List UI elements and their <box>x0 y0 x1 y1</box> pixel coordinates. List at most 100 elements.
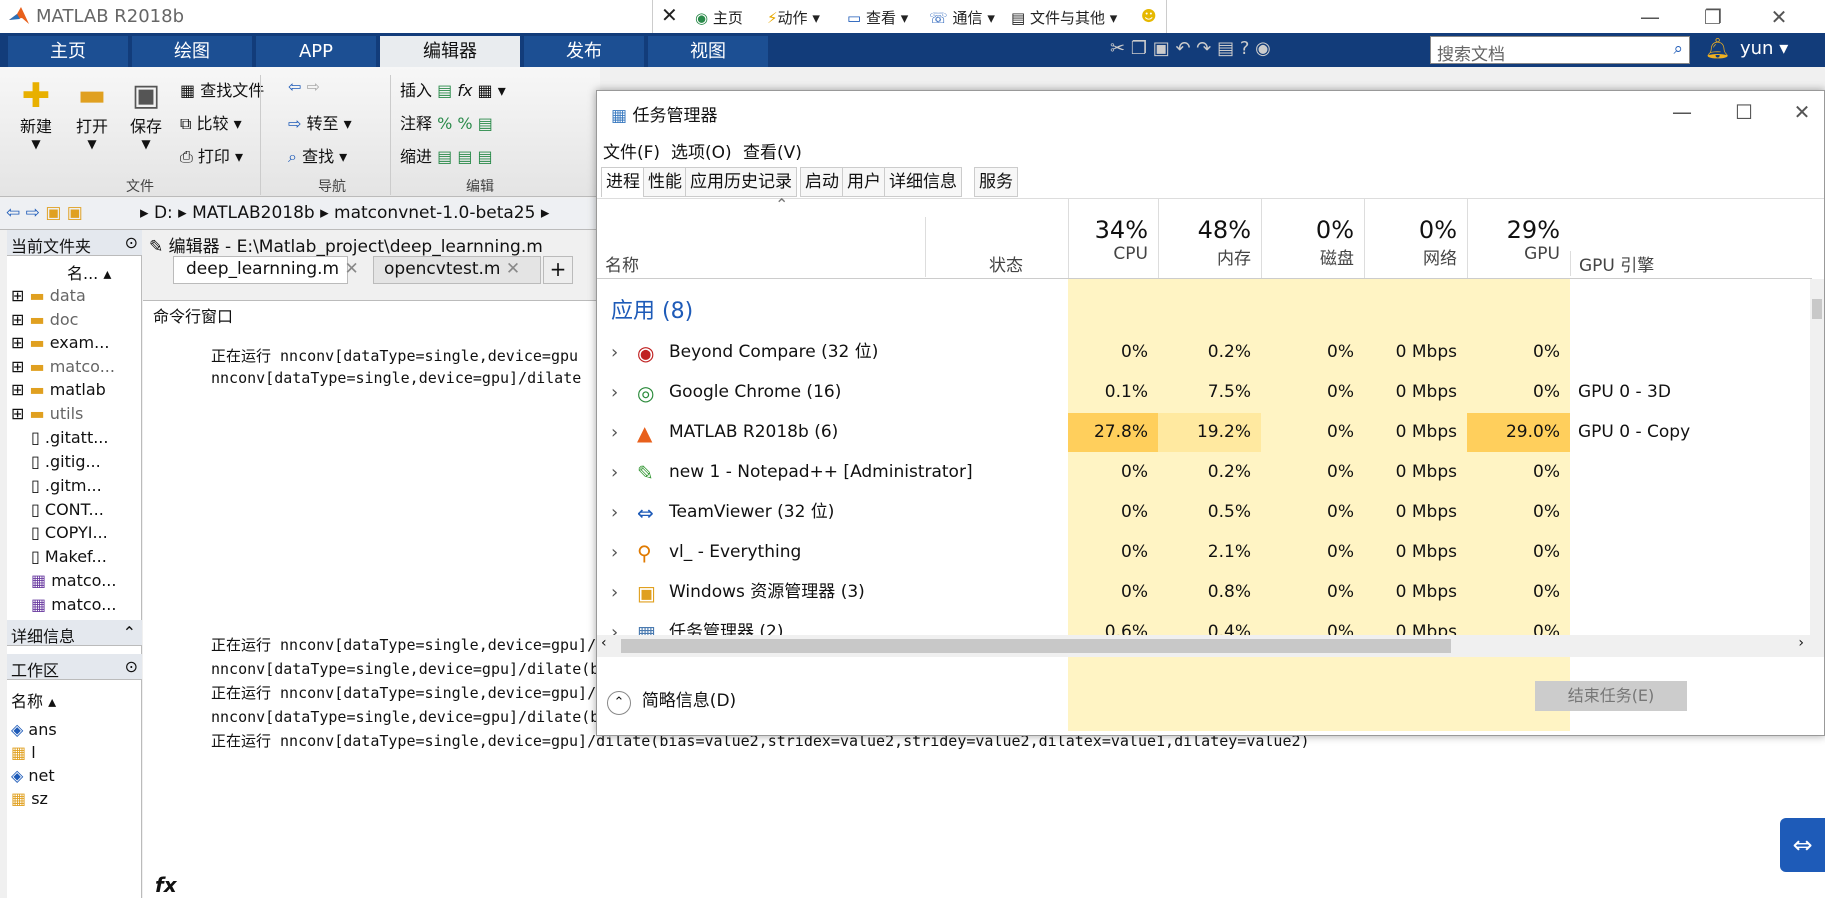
tab-users[interactable]: 用户 <box>842 167 886 197</box>
comment-button[interactable]: 注释 % % ▤ <box>400 110 493 134</box>
menu-options[interactable]: 选项(O) <box>671 138 732 163</box>
list-item[interactable]: ⊞ ▬ doc <box>11 310 78 329</box>
workspace-var[interactable]: ▦ sz <box>11 789 48 808</box>
brief-info-toggle[interactable]: ⌃ 简略信息(D) <box>607 686 736 715</box>
col-cpu[interactable]: 34% CPU <box>1068 198 1158 278</box>
tm-minimize-button[interactable]: — <box>1659 99 1705 125</box>
quick-comm[interactable]: ☏ 通信 ▾ <box>929 7 995 28</box>
close-icon[interactable]: ✕ <box>661 3 678 27</box>
new-tab-button[interactable]: + <box>543 256 573 284</box>
table-row[interactable]: › ⇔ TeamViewer (32 位) 0% 0.5% 0% 0 Mbps 0% <box>597 493 1812 532</box>
nav-arrows[interactable]: ⇦ ⇨ <box>288 77 320 96</box>
new-button[interactable]: ✚ 新建 ▼ <box>20 79 52 151</box>
list-item[interactable]: ⊞ ▬ matlab <box>11 380 106 399</box>
search-icon[interactable]: ⌕ <box>1673 39 1683 59</box>
current-folder-path[interactable]: ⇦ ⇨ ▣ ▣ ▸ D: ▸ MATLAB2018b ▸ matconvnet-… <box>0 198 600 230</box>
quick-view[interactable]: ▭ 查看 ▾ <box>847 7 908 28</box>
tab-performance[interactable]: 性能 <box>643 167 687 197</box>
workspace-var[interactable]: ◈ net <box>11 766 55 785</box>
list-item[interactable]: ⊞ ▬ utils <box>11 404 83 423</box>
collapse-icon[interactable]: ⌃ <box>123 623 136 642</box>
table-row[interactable]: › ⚲ vl_ - Everything 0% 2.1% 0% 0 Mbps 0% <box>597 533 1812 572</box>
undo-icon[interactable]: ↶ <box>1175 38 1190 59</box>
insert-button[interactable]: 插入 ▤ fx ▦ ▾ <box>400 77 506 101</box>
tab-apps[interactable]: APP <box>256 36 376 67</box>
expand-chevron-icon[interactable]: › <box>611 573 618 612</box>
end-task-button[interactable]: 结束任务(E) <box>1535 681 1687 711</box>
vertical-scrollbar[interactable] <box>1810 279 1824 635</box>
editor-tab-opencvtest[interactable]: opencvtest.m ✕ <box>373 256 541 284</box>
table-row[interactable]: › ◎ Google Chrome (16) 0.1% 7.5% 0% 0 Mbps 0% GP… <box>597 373 1812 412</box>
wrap-comment-icon[interactable]: ▤ <box>478 114 493 133</box>
list-item[interactable]: ▦ matco... <box>31 595 116 614</box>
tab-editor[interactable]: 编辑器 <box>380 36 520 67</box>
workspace-var[interactable]: ◈ ans <box>11 720 57 739</box>
breadcrumb-matconvnet[interactable]: matconvnet-1.0-beta25 <box>334 203 535 223</box>
list-item[interactable]: ▯ .gitig... <box>31 452 101 471</box>
tm-close-button[interactable]: ✕ <box>1779 99 1825 125</box>
expand-chevron-icon[interactable]: › <box>611 453 618 492</box>
smiley-icon[interactable]: ☻ <box>1141 7 1157 25</box>
menu-view[interactable]: 查看(V) <box>743 138 802 163</box>
smart-indent-icon[interactable]: ▤ <box>437 147 452 166</box>
search-docs-input[interactable]: 搜索文档 ⌕ <box>1430 36 1690 65</box>
forward-icon[interactable]: ⇨ <box>26 203 40 223</box>
panel-menu-icon[interactable]: ⊙ <box>125 233 138 252</box>
editor-tab-deep-learnning[interactable]: deep_learnning.m ✕ <box>173 256 359 284</box>
expand-chevron-icon[interactable]: › <box>611 373 618 412</box>
list-item[interactable]: ⊞ ▬ data <box>11 286 86 305</box>
indent-button[interactable]: 缩进 ▤ ▤ ▤ <box>400 143 493 167</box>
browse-folder-icon[interactable]: ▣ <box>67 203 83 223</box>
list-item[interactable]: ▯ COPYI... <box>31 523 108 542</box>
scroll-thumb[interactable] <box>621 639 1451 653</box>
workspace-name-column[interactable]: 名称 ▴ <box>11 688 56 712</box>
bell-icon[interactable]: 🔔︎ <box>1705 36 1730 60</box>
col-gpu-engine[interactable]: GPU 引擎 <box>1570 251 1654 276</box>
insert-section-icon[interactable]: ▤ <box>437 81 452 100</box>
expand-chevron-icon[interactable]: › <box>611 493 618 532</box>
tab-app-history[interactable]: 应用历史记录 <box>685 167 797 197</box>
quick-files[interactable]: ▤ 文件与其他 ▾ <box>1011 7 1117 28</box>
maximize-button[interactable]: ❐ <box>1690 4 1736 30</box>
scroll-thumb[interactable] <box>1812 299 1822 319</box>
group-apps[interactable]: 应用 (8) <box>611 293 693 325</box>
tm-maximize-button[interactable]: ☐ <box>1721 99 1767 125</box>
table-row[interactable]: › ▣ Windows 资源管理器 (3) 0% 0.8% 0% 0 Mbps 0% <box>597 573 1812 612</box>
list-item[interactable]: ▦ matco... <box>31 571 116 590</box>
close-button[interactable]: ✕ <box>1756 4 1802 30</box>
tab-details[interactable]: 详细信息 <box>884 167 962 197</box>
expand-chevron-icon[interactable]: › <box>611 333 618 372</box>
save-button[interactable]: ▣ 保存 ▼ <box>130 79 162 152</box>
copy-icon[interactable]: ❐ <box>1131 38 1147 59</box>
col-disk[interactable]: 0% 磁盘 <box>1261 198 1364 278</box>
name-column-header[interactable]: 名... ▴ <box>67 260 111 284</box>
tab-processes[interactable]: 进程 <box>601 167 645 197</box>
list-item[interactable]: ▯ .gitatt... <box>31 428 108 447</box>
help-icon[interactable]: ? <box>1240 38 1250 59</box>
up-folder-icon[interactable]: ▣ <box>45 203 61 223</box>
find-button[interactable]: ⌕ 查找 ▾ <box>288 143 347 167</box>
table-row[interactable]: › ▲ MATLAB R2018b (6) 27.8% 19.2% 0% 0 Mbps 29.… <box>597 413 1812 452</box>
panel-menu-icon[interactable]: ⊙ <box>125 657 138 676</box>
decrease-indent-icon[interactable]: ▤ <box>478 147 493 166</box>
scroll-left-icon[interactable]: ‹ <box>601 635 607 651</box>
cut-icon[interactable]: ✂ <box>1110 38 1125 59</box>
list-item[interactable]: ⊞ ▬ matco... <box>11 357 115 376</box>
print-button[interactable]: ⎙ 打印 ▾ <box>180 143 243 167</box>
horizontal-scrollbar[interactable]: ‹ › <box>597 635 1824 657</box>
comment-percent-icon[interactable]: % <box>437 114 452 133</box>
minimize-button[interactable]: — <box>1627 4 1673 30</box>
increase-indent-icon[interactable]: ▤ <box>457 147 472 166</box>
expand-chevron-icon[interactable]: › <box>611 533 618 572</box>
back-arrow-icon[interactable]: ⇦ <box>288 77 301 96</box>
breadcrumb-drive[interactable]: D: <box>154 203 173 223</box>
col-gpu[interactable]: 29% GPU <box>1467 198 1570 278</box>
switch-window-icon[interactable]: ▤ <box>1217 38 1234 59</box>
tab-services[interactable]: 服务 <box>974 167 1018 197</box>
col-memory[interactable]: 48% 内存 <box>1158 198 1261 278</box>
open-button[interactable]: ▬ 打开 ▼ <box>76 79 108 152</box>
tab-publish[interactable]: 发布 <box>524 36 644 67</box>
tab-home[interactable]: 主页 <box>8 36 128 67</box>
tab-plots[interactable]: 绘图 <box>132 36 252 67</box>
find-files-button[interactable]: ▦ 查找文件 <box>180 77 264 101</box>
